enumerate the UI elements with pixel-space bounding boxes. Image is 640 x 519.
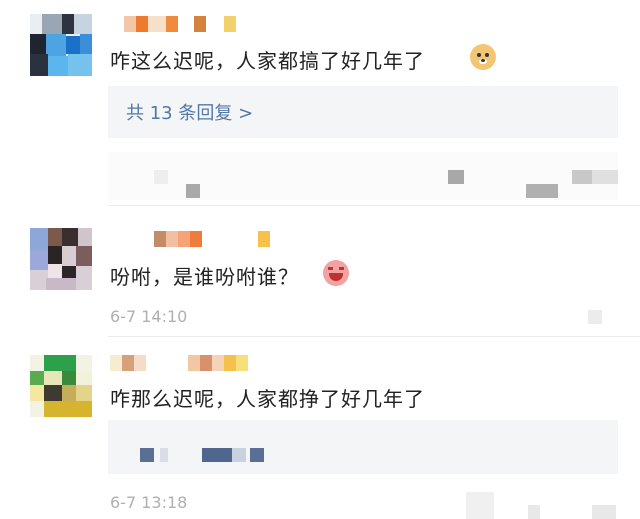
username-blurred[interactable]	[110, 355, 248, 371]
username-blurred[interactable]	[154, 231, 270, 247]
avatar[interactable]	[30, 14, 92, 76]
reply-box-blurred	[108, 420, 618, 474]
divider	[108, 205, 640, 206]
avatar[interactable]	[30, 355, 92, 417]
username-blurred[interactable]	[124, 16, 236, 32]
laughing-pig-emoji	[323, 260, 349, 286]
divider	[108, 336, 640, 337]
blurred-row	[108, 152, 618, 200]
blurred-action	[528, 505, 540, 519]
timestamp: 6-7 13:18	[110, 493, 188, 512]
timestamp: 6-7 14:10	[110, 307, 188, 326]
blurred-action	[466, 492, 494, 519]
view-replies-link[interactable]: 共 13 条回复 >	[126, 99, 253, 125]
doge-emoji	[470, 44, 496, 70]
blurred-action	[588, 310, 602, 324]
avatar[interactable]	[30, 228, 92, 290]
reply-box[interactable]: 共 13 条回复 >	[108, 86, 618, 138]
comment-text: 咋这么迟呢，人家都搞了好几年了	[110, 49, 425, 73]
comment-text: 咋那么迟呢，人家都挣了好几年了	[110, 387, 425, 411]
blurred-action	[592, 505, 616, 519]
comment-text: 吩咐，是谁吩咐谁？	[110, 265, 299, 289]
